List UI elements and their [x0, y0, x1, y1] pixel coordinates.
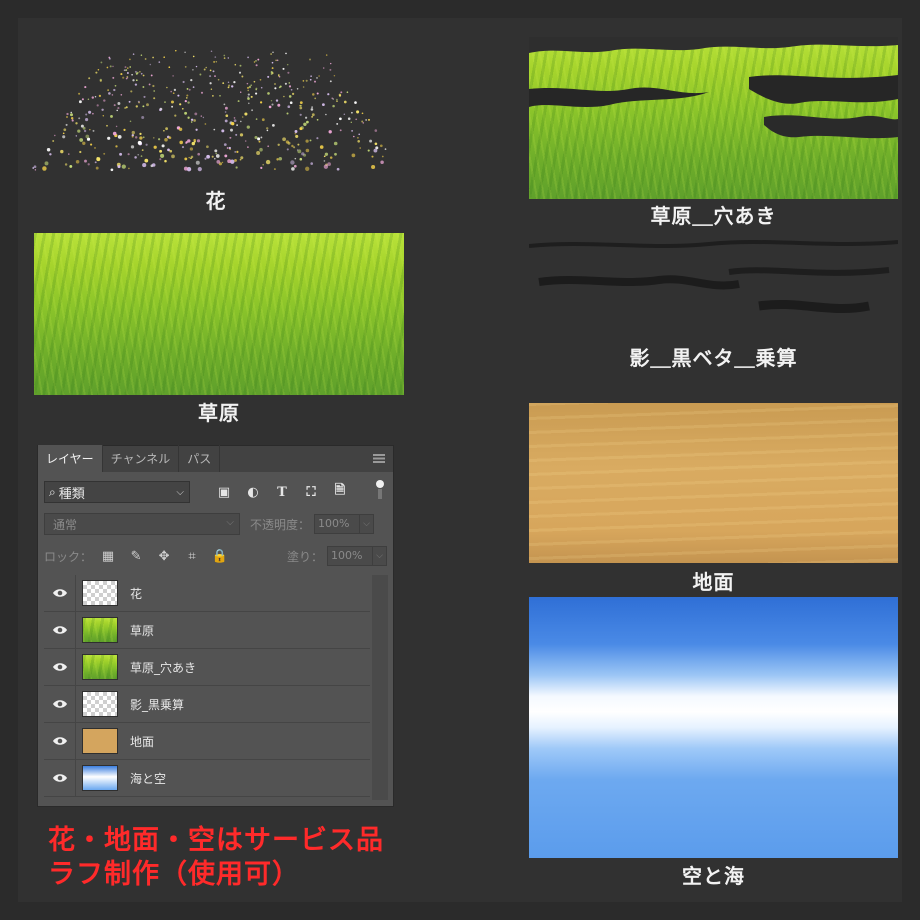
layer-row[interactable]: 草原 [44, 612, 370, 649]
lock-transparent-icon[interactable]: ▦ [100, 548, 116, 564]
eye-icon[interactable] [44, 612, 76, 648]
opacity-field[interactable]: 100% [314, 514, 361, 534]
lock-all-icon[interactable]: 🔒 [212, 548, 228, 564]
sky-preview [529, 597, 898, 858]
layer-name: 草原 [130, 623, 155, 638]
layer-thumbnail [82, 728, 118, 754]
layer-thumbnail [82, 654, 118, 680]
layer-name: 海と空 [130, 771, 167, 786]
tab-paths[interactable]: パス [179, 445, 221, 472]
layer-row[interactable]: 影_黒乗算 [44, 686, 370, 723]
opacity-chevron-icon[interactable]: ⌵ [360, 514, 375, 534]
panel-tabs: レイヤー チャンネル パス [38, 445, 393, 472]
flowers-preview [32, 50, 387, 172]
eye-icon[interactable] [44, 723, 76, 759]
grass-preview [34, 233, 404, 395]
caption-ground: 地面 [692, 570, 735, 594]
layers-scrollbar[interactable] [372, 575, 388, 800]
lock-move-icon[interactable]: ✥ [156, 548, 172, 564]
blend-mode-select[interactable]: 通常 ⌵ [44, 513, 240, 535]
blend-mode-value: 通常 [53, 518, 78, 532]
caption-grass-holes: 草原＿穴あき [650, 204, 777, 228]
text-filter-icon[interactable]: T [272, 482, 292, 502]
layer-row[interactable]: 草原_穴あき [44, 649, 370, 686]
caption-flowers: 花 [205, 189, 227, 213]
layer-thumbnail [82, 765, 118, 791]
adjustment-filter-icon[interactable]: ◐ [243, 482, 263, 502]
smartobject-filter-icon[interactable]: 🗎 [330, 482, 350, 502]
layer-row[interactable]: 海と空 [44, 760, 370, 797]
blend-row: 通常 ⌵ 不透明度： 100% ⌵ [44, 512, 387, 536]
kind-filter-value: 種類 [58, 486, 85, 502]
layer-thumbnail [82, 580, 118, 606]
lock-artboard-icon[interactable]: ⌗ [184, 548, 200, 564]
caption-sky: 空と海 [682, 864, 745, 888]
image-filter-icon[interactable]: ▣ [214, 482, 234, 502]
layers-panel: レイヤー チャンネル パス ⌕ 種類 ⌵ ▣ ◐ T ⛶ 🗎 通常 ⌵ 不透明度… [37, 445, 394, 807]
eye-icon[interactable] [44, 649, 76, 685]
tab-layers[interactable]: レイヤー [38, 445, 103, 472]
lock-label: ロック： [44, 549, 93, 564]
shape-filter-icon[interactable]: ⛶ [301, 482, 321, 502]
layer-thumbnail [82, 691, 118, 717]
eye-icon[interactable] [44, 760, 76, 796]
layer-name: 草原_穴あき [130, 660, 197, 675]
ground-preview [529, 403, 898, 563]
eye-icon[interactable] [44, 575, 76, 611]
panel-menu-icon[interactable] [373, 454, 385, 463]
lock-row: ロック： ▦ ✎ ✥ ⌗ 🔒 塗り： 100% ⌵ [44, 544, 387, 568]
fill-chevron-icon[interactable]: ⌵ [373, 546, 387, 566]
filter-row: ⌕ 種類 ⌵ ▣ ◐ T ⛶ 🗎 [44, 480, 387, 504]
lock-paint-icon[interactable]: ✎ [128, 548, 144, 564]
tab-channels[interactable]: チャンネル [103, 445, 180, 472]
eye-icon[interactable] [44, 686, 76, 722]
kind-filter-select[interactable]: ⌕ 種類 ⌵ [44, 481, 190, 503]
fill-label: 塗り： [286, 549, 323, 564]
fill-field[interactable]: 100% [327, 546, 373, 566]
filter-toggle[interactable] [376, 480, 384, 500]
chevron-down-icon: ⌵ [176, 486, 184, 498]
search-icon: ⌕ [49, 484, 56, 499]
layer-name: 地面 [130, 734, 155, 749]
layer-thumbnail [82, 617, 118, 643]
layer-name: 影_黒乗算 [130, 697, 185, 712]
note-line-2: ラフ制作（使用可） [48, 859, 300, 890]
chevron-down-icon: ⌵ [226, 517, 234, 528]
layer-list: 花 草原 草原_穴あき 影_黒乗算 地面 海と空 [44, 575, 370, 800]
shadow-preview [529, 240, 898, 313]
layer-row[interactable]: 地面 [44, 723, 370, 760]
caption-shadow: 影＿黒ベタ＿乗算 [629, 346, 798, 370]
grass-holes-preview [529, 37, 898, 199]
opacity-label: 不透明度： [250, 517, 311, 532]
caption-grass: 草原 [198, 401, 240, 425]
layer-name: 花 [130, 586, 143, 601]
layer-row[interactable]: 花 [44, 575, 370, 612]
